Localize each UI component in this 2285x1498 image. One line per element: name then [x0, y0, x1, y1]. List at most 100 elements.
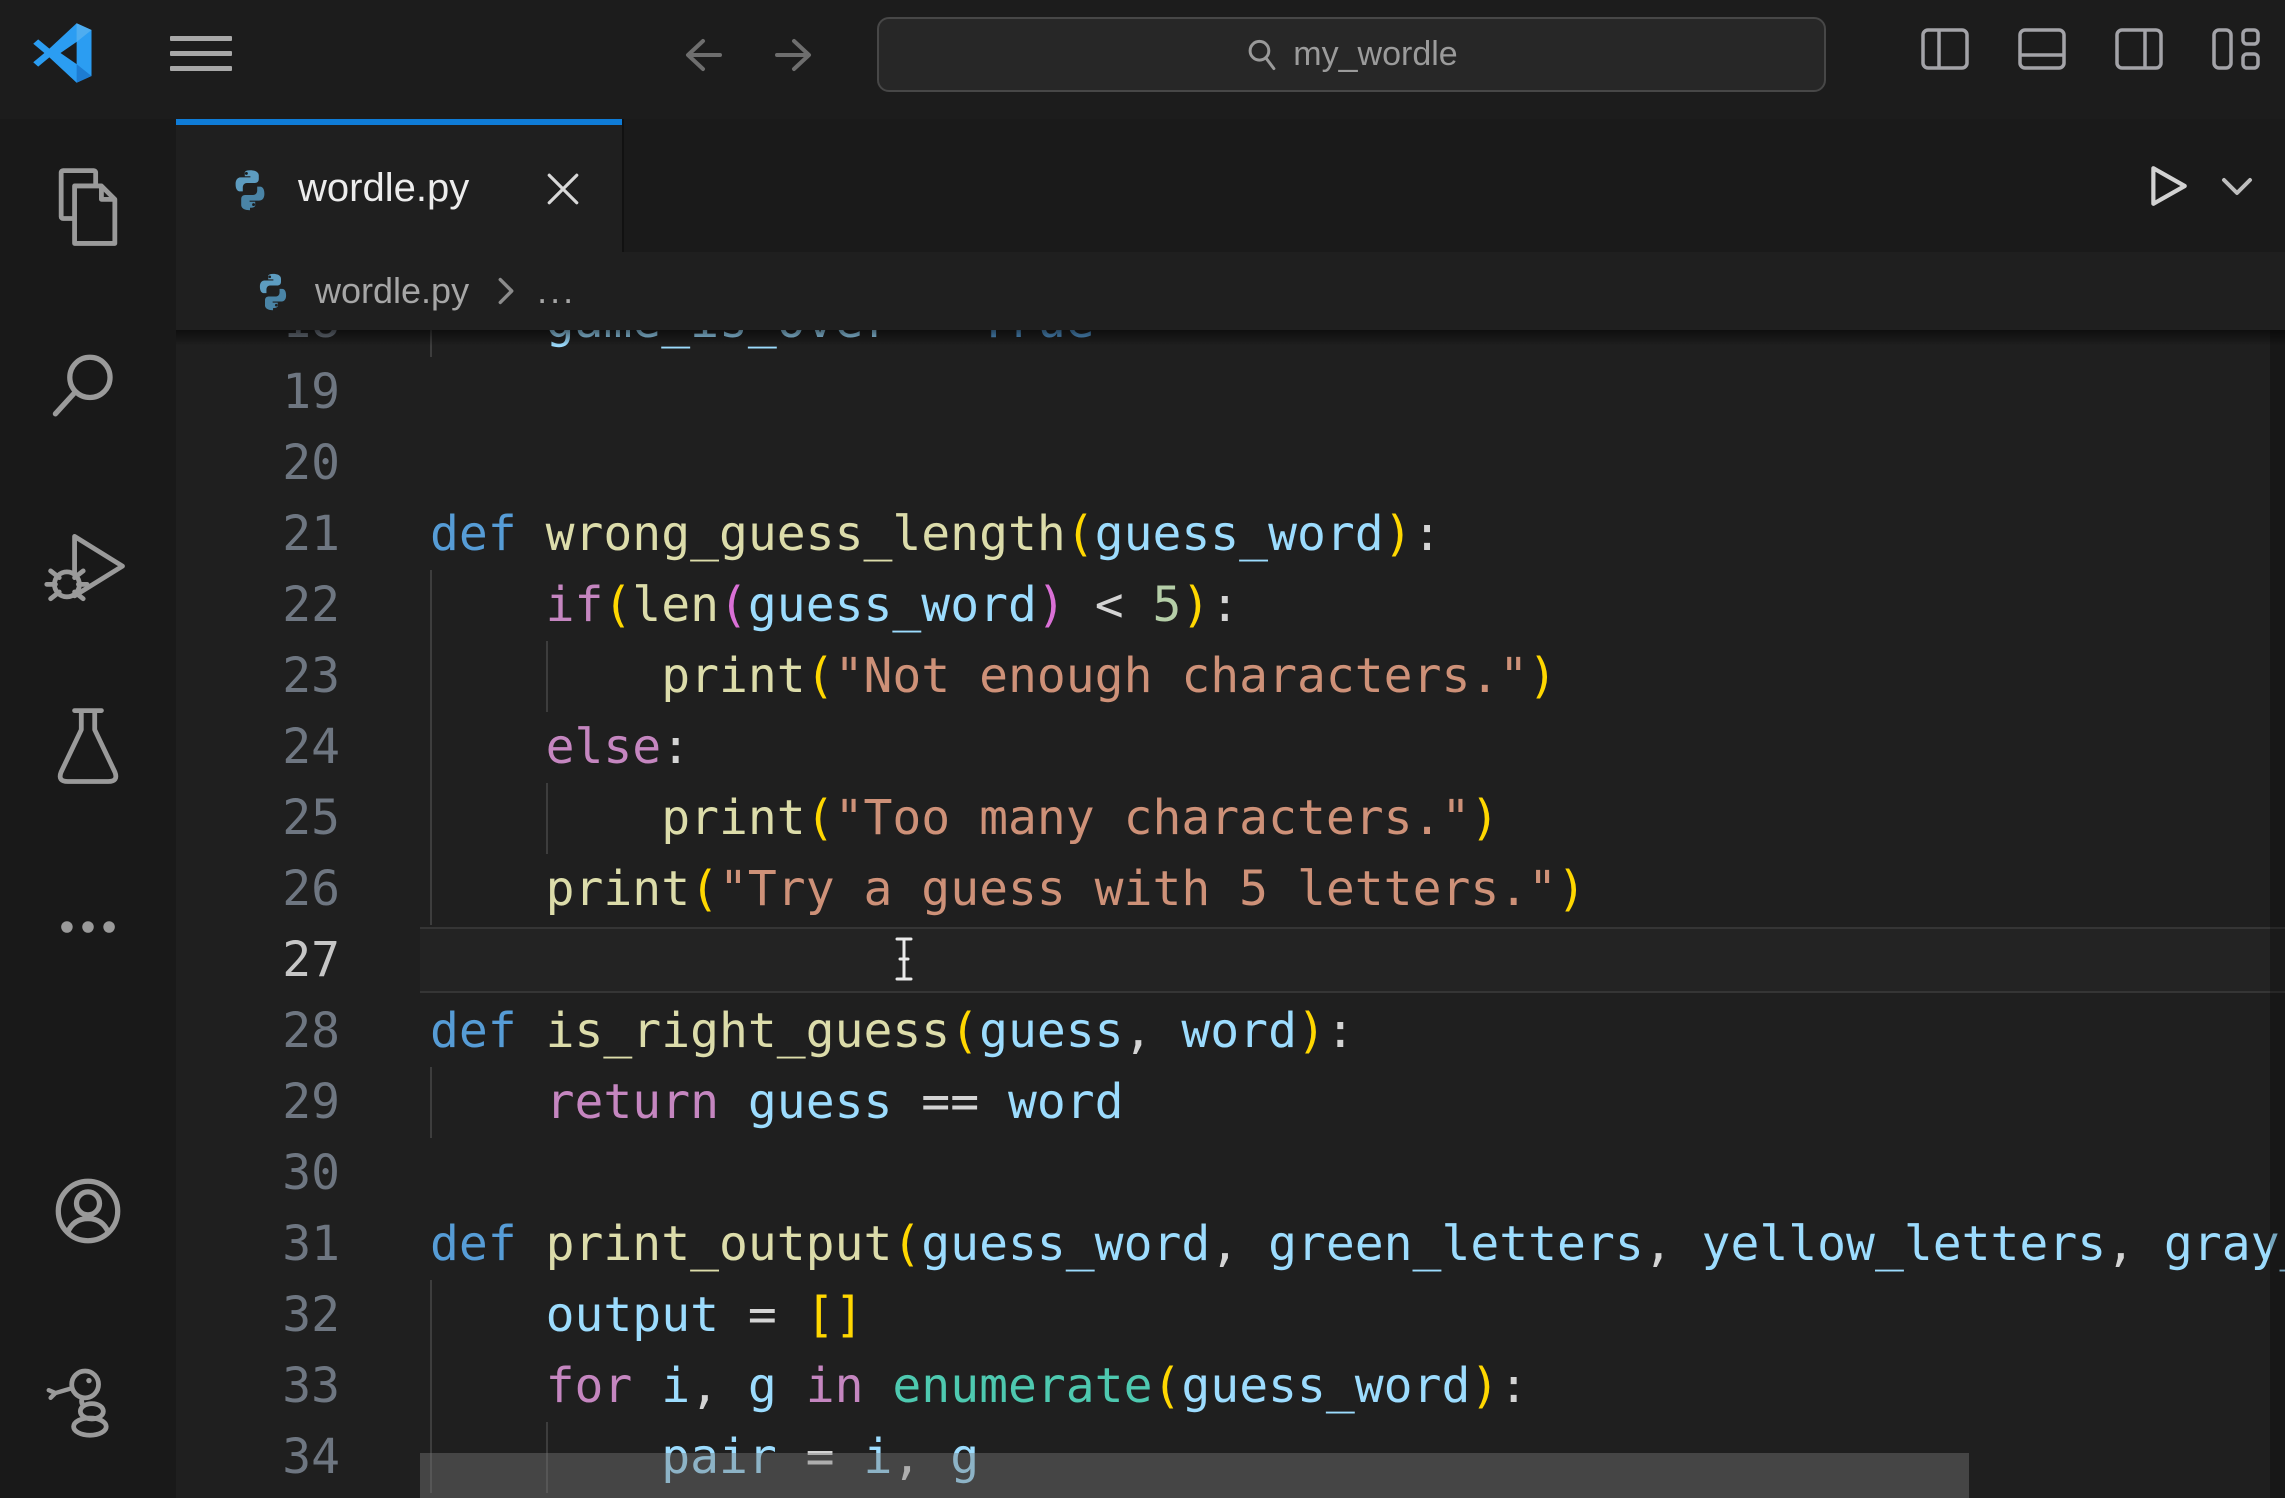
chevron-right-icon [495, 275, 517, 307]
code-line-23[interactable]: 23 print("Not enough characters.") [176, 641, 2285, 712]
indent-guide [430, 1351, 432, 1422]
close-icon[interactable] [542, 168, 584, 210]
search-icon [42, 341, 134, 433]
search-icon [1245, 38, 1279, 72]
sidebar-item-account[interactable] [0, 1151, 176, 1271]
command-center-search[interactable]: my_wordle [877, 17, 1826, 92]
code-line-21[interactable]: 21 def wrong_guess_length(guess_word): [176, 499, 2285, 570]
files-icon [42, 161, 134, 253]
code-line-29[interactable]: 29 return guess == word [176, 1067, 2285, 1138]
line-number: 22 [176, 570, 340, 641]
sidebar-item-testing[interactable] [0, 687, 176, 807]
line-number: 24 [176, 712, 340, 783]
code-line-30[interactable]: 30 [176, 1138, 2285, 1209]
code-line-24[interactable]: 24 else: [176, 712, 2285, 783]
code-line-18[interactable]: 18 game_is_over = True [176, 330, 2285, 357]
customize-layout-icon[interactable] [2211, 27, 2263, 71]
tab-label: wordle.py [298, 166, 469, 211]
horizontal-scrollbar-thumb[interactable] [420, 1453, 1969, 1498]
run-file-icon[interactable] [2145, 162, 2191, 210]
indent-guide [546, 641, 548, 712]
code-text: def wrong_guess_length(guess_word): [430, 499, 1441, 570]
navigate-forward-icon[interactable] [773, 31, 821, 79]
code-text: print("Too many characters.") [430, 783, 1499, 854]
breadcrumb-file[interactable]: wordle.py [315, 270, 469, 312]
toggle-secondary-sidebar-icon[interactable] [2114, 27, 2164, 71]
indent-guide [430, 570, 432, 641]
line-number: 28 [176, 996, 340, 1067]
code-line-22[interactable]: 22 if(len(guess_word) < 5): [176, 570, 2285, 641]
layout-controls [1920, 27, 2263, 71]
code-text: output = [] [430, 1280, 863, 1351]
code-line-19[interactable]: 19 [176, 357, 2285, 428]
indent-guide [546, 783, 548, 854]
navigate-back-icon[interactable] [676, 31, 724, 79]
indent-guide [430, 641, 432, 712]
code-text: return guess == word [430, 1067, 1124, 1138]
indent-guide [430, 783, 432, 854]
ellipsis-icon [42, 881, 134, 973]
sidebar-item-python-env[interactable] [0, 1334, 176, 1454]
code-text: print("Try a guess with 5 letters.") [430, 854, 1586, 925]
code-line-27[interactable]: 27 [176, 925, 2285, 996]
line-number: 21 [176, 499, 340, 570]
run-and-debug-icon [42, 523, 134, 615]
line-number: 19 [176, 357, 340, 428]
code-text: print("Not enough characters.") [430, 641, 1557, 712]
tab-wordle-py[interactable]: wordle.py [176, 119, 622, 252]
code-text: else: [430, 712, 690, 783]
code-line-33[interactable]: 33 for i, g in enumerate(guess_word): [176, 1351, 2285, 1422]
indent-guide [430, 330, 432, 357]
code-text: game_is_over = True [430, 330, 1095, 357]
code-editor[interactable]: 18 game_is_over = True192021def wrong_gu… [176, 330, 2285, 1498]
indent-guide [430, 1280, 432, 1351]
line-number: 29 [176, 1067, 340, 1138]
line-number: 23 [176, 641, 340, 712]
line-number: 30 [176, 1138, 340, 1209]
breadcrumb: wordle.py ... [176, 252, 2285, 330]
code-line-31[interactable]: 31 def print_output(guess_word, green_let… [176, 1209, 2285, 1280]
line-number: 34 [176, 1422, 340, 1493]
flask-icon [42, 701, 134, 793]
code-line-26[interactable]: 26 print("Try a guess with 5 letters.") [176, 854, 2285, 925]
code-text: if(len(guess_word) < 5): [430, 570, 1239, 641]
line-number: 26 [176, 854, 340, 925]
code-text: for i, g in enumerate(guess_word): [430, 1351, 1528, 1422]
line-number: 20 [176, 428, 340, 499]
code-text: def is_right_guess(guess, word): [430, 996, 1355, 1067]
vscode-logo-icon [32, 22, 94, 84]
indent-guide [430, 854, 432, 925]
code-line-20[interactable]: 20 [176, 428, 2285, 499]
code-line-25[interactable]: 25 print("Too many characters.") [176, 783, 2285, 854]
account-icon [42, 1165, 134, 1257]
editor-group: wordle.py wordle.py [176, 119, 2285, 1498]
snake-icon [42, 1348, 134, 1440]
line-number: 33 [176, 1351, 340, 1422]
sidebar-item-more-views[interactable] [0, 867, 176, 987]
indent-guide [430, 712, 432, 783]
menu-hamburger-icon[interactable] [170, 36, 232, 74]
line-number: 25 [176, 783, 340, 854]
search-value: my_wordle [1293, 35, 1457, 74]
line-number: 31 [176, 1209, 340, 1280]
run-dropdown-chevron-icon[interactable] [2217, 166, 2257, 206]
line-number: 18 [176, 330, 340, 357]
breadcrumb-symbol[interactable]: ... [537, 270, 576, 312]
toggle-panel-icon[interactable] [2017, 27, 2067, 71]
tab-separator [622, 119, 624, 252]
toggle-primary-sidebar-icon[interactable] [1920, 27, 1970, 71]
vscode-window: my_wordle [0, 0, 2285, 1498]
vertical-scrollbar-track[interactable] [2270, 330, 2285, 1498]
sidebar-item-explorer[interactable] [0, 147, 176, 267]
title-bar: my_wordle [0, 0, 2285, 119]
python-icon [253, 271, 293, 311]
code-line-32[interactable]: 32 output = [] [176, 1280, 2285, 1351]
line-number: 27 [176, 925, 340, 996]
sidebar-item-search[interactable] [0, 327, 176, 447]
tab-bar: wordle.py [176, 119, 2285, 252]
sidebar-item-run-debug[interactable] [0, 509, 176, 629]
python-icon [228, 167, 272, 211]
code-line-28[interactable]: 28 def is_right_guess(guess, word): [176, 996, 2285, 1067]
code-text: def print_output(guess_word, green_lette… [430, 1209, 2285, 1280]
editor-actions [2145, 119, 2257, 252]
